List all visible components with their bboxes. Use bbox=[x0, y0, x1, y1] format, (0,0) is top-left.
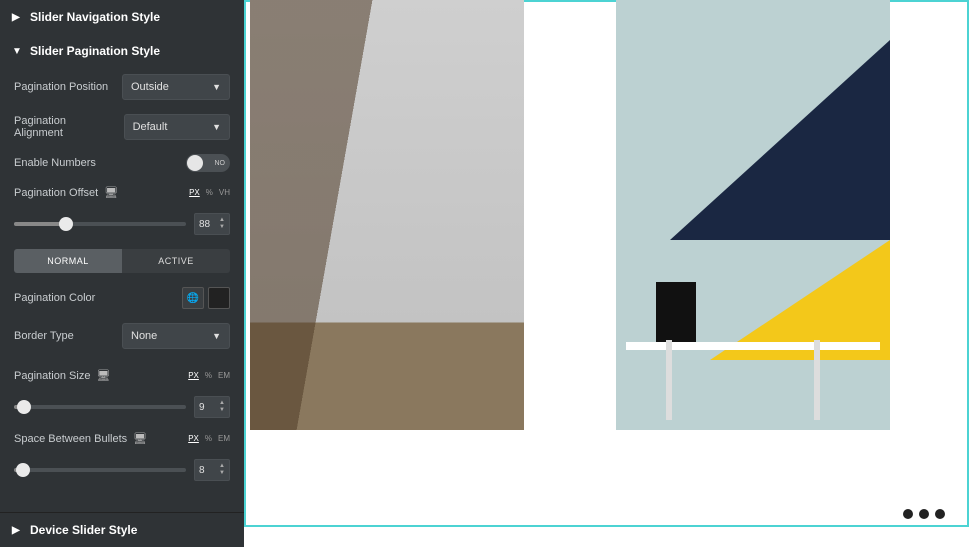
desktop-icon[interactable]: 🖥 bbox=[96, 369, 110, 382]
settings-sidebar: ▶ Slider Navigation Style ▼ Slider Pagin… bbox=[0, 0, 244, 547]
color-swatch[interactable] bbox=[208, 287, 230, 309]
slider-thumb[interactable] bbox=[59, 217, 73, 231]
number-stepper[interactable]: ▲▼ bbox=[217, 397, 227, 417]
row-enable-numbers: Enable Numbers NO bbox=[14, 154, 230, 172]
slider-thumb[interactable] bbox=[16, 463, 30, 477]
select-value: Outside bbox=[131, 81, 169, 93]
slider-space-between: 8 ▲▼ bbox=[14, 459, 230, 481]
chevron-down-icon: ▼ bbox=[212, 331, 221, 341]
row-pagination-offset-header: Pagination Offset 🖥 PX % VH bbox=[14, 186, 230, 199]
pagination-dot-2[interactable] bbox=[919, 509, 929, 519]
unit-percent[interactable]: % bbox=[205, 371, 212, 380]
input-pagination-size[interactable]: 9 ▲▼ bbox=[194, 396, 230, 418]
slider-track[interactable] bbox=[14, 222, 186, 226]
label-border-type: Border Type bbox=[14, 330, 74, 342]
unit-percent[interactable]: % bbox=[205, 434, 212, 443]
desktop-icon[interactable]: 🖥 bbox=[133, 432, 147, 445]
number-stepper[interactable]: ▲▼ bbox=[217, 460, 227, 480]
label-pagination-size: Pagination Size bbox=[14, 370, 90, 382]
globe-icon: 🌐 bbox=[187, 293, 199, 304]
label-space-between: Space Between Bullets bbox=[14, 433, 127, 445]
select-pagination-alignment[interactable]: Default ▼ bbox=[124, 114, 230, 140]
label-pagination-color: Pagination Color bbox=[14, 292, 95, 304]
slider-track[interactable] bbox=[14, 405, 186, 409]
section-slider-navigation-style[interactable]: ▶ Slider Navigation Style bbox=[0, 0, 244, 34]
input-space-between[interactable]: 8 ▲▼ bbox=[194, 459, 230, 481]
slider-pagination-offset: 88 ▲▼ bbox=[14, 213, 230, 235]
unit-px[interactable]: PX bbox=[188, 434, 199, 443]
pagination-dot-3[interactable] bbox=[935, 509, 945, 519]
select-value: None bbox=[131, 330, 157, 342]
color-controls: 🌐 bbox=[182, 287, 230, 309]
caret-down-icon: ▼ bbox=[12, 46, 22, 57]
row-border-type: Border Type None ▼ bbox=[14, 323, 230, 349]
caret-right-icon: ▶ bbox=[12, 12, 22, 23]
toggle-state: NO bbox=[215, 160, 226, 167]
bottom-sections: ▶ Device Slider Style bbox=[0, 512, 244, 547]
pagination-dot-1[interactable] bbox=[903, 509, 913, 519]
tab-normal[interactable]: NORMAL bbox=[14, 249, 122, 273]
toggle-enable-numbers[interactable]: NO bbox=[186, 154, 230, 172]
row-pagination-size-header: Pagination Size 🖥 PX % EM bbox=[14, 369, 230, 382]
row-pagination-alignment: Pagination Alignment Default ▼ bbox=[14, 114, 230, 140]
slider-pagination-size: 9 ▲▼ bbox=[14, 396, 230, 418]
input-value: 9 bbox=[199, 402, 205, 413]
section-title: Slider Navigation Style bbox=[30, 10, 160, 24]
unit-px[interactable]: PX bbox=[188, 371, 199, 380]
unit-em[interactable]: EM bbox=[218, 434, 230, 443]
unit-picker-offset: PX % VH bbox=[189, 188, 230, 197]
label-enable-numbers: Enable Numbers bbox=[14, 157, 96, 169]
slider-track[interactable] bbox=[14, 468, 186, 472]
slider-images bbox=[250, 0, 890, 430]
label-pagination-alignment: Pagination Alignment bbox=[14, 115, 116, 139]
preview-canvas bbox=[244, 0, 969, 547]
select-value: Default bbox=[133, 121, 168, 133]
unit-px[interactable]: PX bbox=[189, 188, 200, 197]
label-pagination-offset: Pagination Offset bbox=[14, 187, 98, 199]
section-device-slider-style[interactable]: ▶ Device Slider Style bbox=[0, 513, 244, 547]
desktop-icon[interactable]: 🖥 bbox=[104, 186, 118, 199]
label-pagination-position: Pagination Position bbox=[14, 81, 108, 93]
chevron-down-icon: ▼ bbox=[212, 82, 221, 92]
unit-picker-spacing: PX % EM bbox=[188, 434, 230, 443]
number-stepper[interactable]: ▲▼ bbox=[217, 214, 227, 234]
chevron-down-icon: ▼ bbox=[212, 122, 221, 132]
unit-picker-size: PX % EM bbox=[188, 371, 230, 380]
state-tabs: NORMAL ACTIVE bbox=[14, 249, 230, 273]
input-value: 88 bbox=[199, 219, 210, 230]
unit-percent[interactable]: % bbox=[206, 188, 213, 197]
row-pagination-color: Pagination Color 🌐 bbox=[14, 287, 230, 309]
caret-right-icon: ▶ bbox=[12, 525, 22, 536]
section-title: Device Slider Style bbox=[30, 523, 137, 537]
toggle-knob bbox=[187, 155, 203, 171]
slide-image-1[interactable] bbox=[250, 0, 524, 430]
input-pagination-offset[interactable]: 88 ▲▼ bbox=[194, 213, 230, 235]
unit-vh[interactable]: VH bbox=[219, 188, 230, 197]
select-border-type[interactable]: None ▼ bbox=[122, 323, 230, 349]
unit-em[interactable]: EM bbox=[218, 371, 230, 380]
section-pagination-body: Pagination Position Outside ▼ Pagination… bbox=[0, 68, 244, 495]
select-pagination-position[interactable]: Outside ▼ bbox=[122, 74, 230, 100]
input-value: 8 bbox=[199, 465, 205, 476]
section-slider-pagination-style[interactable]: ▼ Slider Pagination Style bbox=[0, 34, 244, 68]
section-title: Slider Pagination Style bbox=[30, 44, 160, 58]
tab-active[interactable]: ACTIVE bbox=[122, 249, 230, 273]
row-space-between-header: Space Between Bullets 🖥 PX % EM bbox=[14, 432, 230, 445]
slider-thumb[interactable] bbox=[17, 400, 31, 414]
global-color-button[interactable]: 🌐 bbox=[182, 287, 204, 309]
slide-image-2[interactable] bbox=[616, 0, 890, 430]
slider-pagination bbox=[903, 509, 945, 519]
row-pagination-position: Pagination Position Outside ▼ bbox=[14, 74, 230, 100]
